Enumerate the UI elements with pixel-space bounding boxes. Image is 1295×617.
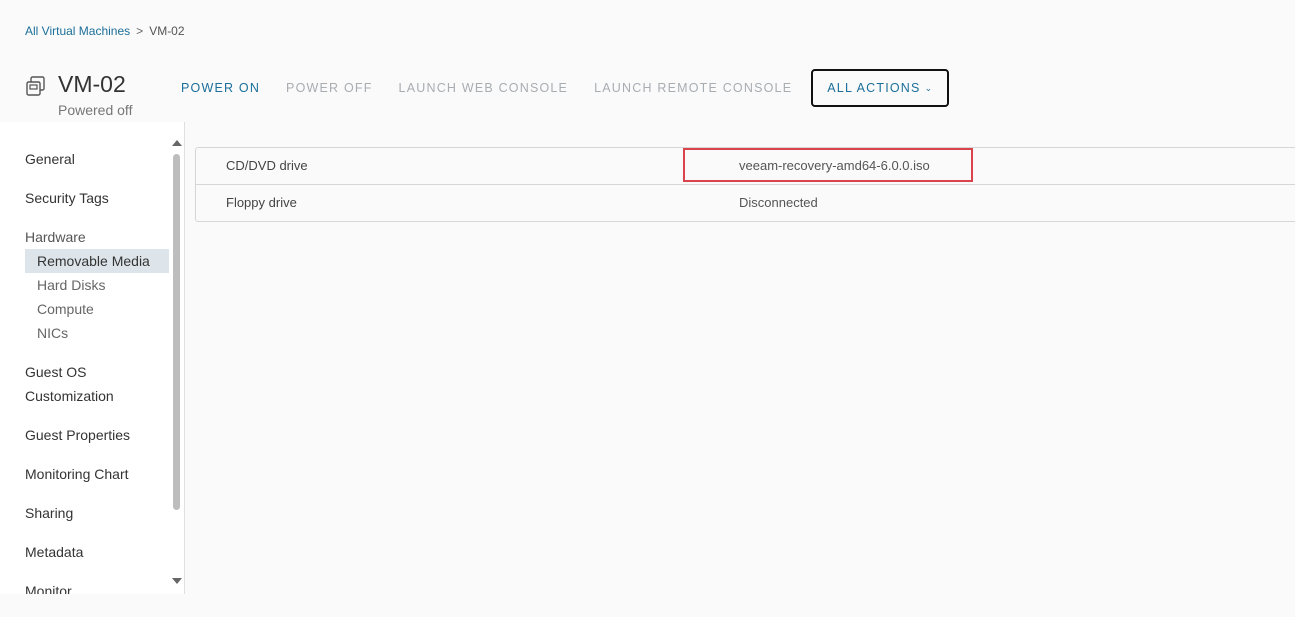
floppy-drive-label: Floppy drive bbox=[226, 195, 297, 210]
sidebar-item-label: Guest OS bbox=[25, 364, 87, 380]
sidebar-item-guest-os-customization[interactable]: Guest OS Customization bbox=[25, 360, 114, 408]
scrollbar-thumb[interactable] bbox=[173, 154, 180, 510]
action-toolbar: POWER ON POWER OFF LAUNCH WEB CONSOLE LA… bbox=[168, 67, 950, 109]
sidebar-item-nics[interactable]: NICs bbox=[25, 321, 169, 345]
vm-power-status: Powered off bbox=[58, 102, 133, 118]
page-title: VM-02 bbox=[58, 71, 126, 97]
sidebar-item-monitoring-chart[interactable]: Monitoring Chart bbox=[25, 462, 129, 486]
power-off-button[interactable]: POWER OFF bbox=[273, 67, 386, 109]
chevron-down-icon: ⌄ bbox=[924, 82, 934, 93]
sidebar-item-removable-media[interactable]: Removable Media bbox=[25, 249, 169, 273]
all-actions-label: ALL ACTIONS bbox=[827, 81, 921, 95]
launch-web-console-button[interactable]: LAUNCH WEB CONSOLE bbox=[386, 67, 582, 109]
breadcrumb-all-vms-link[interactable]: All Virtual Machines bbox=[25, 24, 130, 38]
sidebar-item-security-tags[interactable]: Security Tags bbox=[25, 186, 109, 210]
floppy-drive-value: Disconnected bbox=[739, 195, 818, 210]
sidebar-item-monitor[interactable]: Monitor bbox=[25, 579, 72, 594]
scroll-up-icon[interactable] bbox=[172, 140, 182, 146]
sidebar-group-hardware: Hardware bbox=[25, 229, 86, 245]
power-on-button[interactable]: POWER ON bbox=[168, 67, 273, 109]
breadcrumb-separator: > bbox=[136, 24, 144, 38]
highlight-box bbox=[683, 148, 973, 182]
sidebar-item-metadata[interactable]: Metadata bbox=[25, 540, 83, 564]
sidebar-item-hard-disks[interactable]: Hard Disks bbox=[25, 273, 169, 297]
launch-remote-console-button[interactable]: LAUNCH REMOTE CONSOLE bbox=[581, 67, 805, 109]
breadcrumb: All Virtual Machines > VM-02 bbox=[25, 24, 185, 38]
scroll-down-icon[interactable] bbox=[172, 578, 182, 584]
breadcrumb-current: VM-02 bbox=[149, 24, 185, 38]
sidebar-item-sharing[interactable]: Sharing bbox=[25, 501, 73, 525]
vm-icon bbox=[26, 76, 45, 96]
sidebar: General Security Tags Hardware Removable… bbox=[0, 122, 185, 594]
sidebar-item-guest-properties[interactable]: Guest Properties bbox=[25, 423, 130, 447]
cd-dvd-drive-label: CD/DVD drive bbox=[226, 158, 308, 173]
sidebar-item-label: Customization bbox=[25, 388, 114, 404]
sidebar-item-compute[interactable]: Compute bbox=[25, 297, 169, 321]
table-row: Floppy drive Disconnected bbox=[196, 185, 1295, 221]
sidebar-item-general[interactable]: General bbox=[25, 147, 75, 171]
all-actions-button[interactable]: ALL ACTIONS ⌄ bbox=[811, 69, 950, 107]
sidebar-scrollbar[interactable] bbox=[170, 122, 182, 594]
